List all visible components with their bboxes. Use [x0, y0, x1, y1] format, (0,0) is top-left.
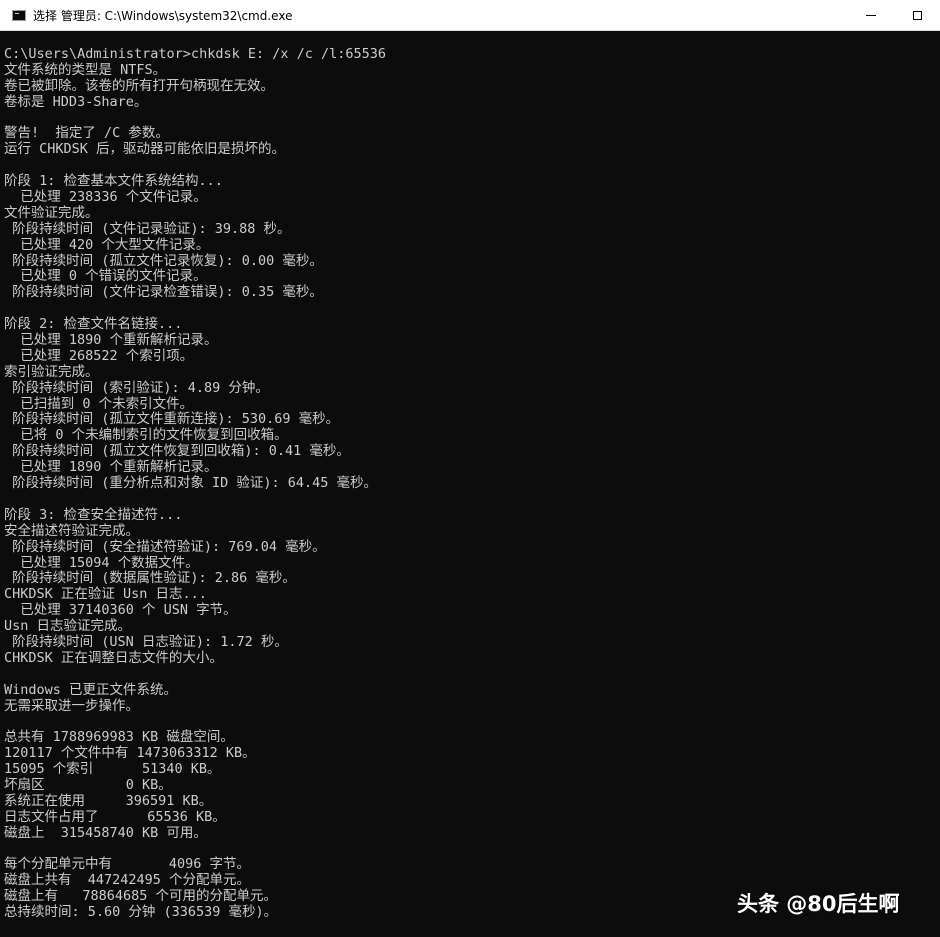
console-line: 卷标是 HDD3-Share。	[4, 93, 148, 110]
console-line: 警告! 指定了 /C 参数。	[4, 125, 169, 142]
console-line: 阶段持续时间 (文件记录检查错误): 0.35 毫秒。	[4, 284, 323, 301]
console-line: CHKDSK 正在调整日志文件的大小。	[4, 649, 223, 666]
console-line: 已处理 420 个大型文件记录。	[4, 236, 210, 253]
console-line: 日志文件占用了 65536 KB。	[4, 808, 226, 825]
console-line: 阶段持续时间 (孤立文件记录恢复): 0.00 毫秒。	[4, 252, 323, 269]
minimize-button[interactable]	[848, 0, 894, 31]
console-line: 索引验证完成。	[4, 363, 99, 380]
cmd-window: 选择 管理员: C:\Windows\system32\cmd.exe C:\U…	[0, 0, 940, 937]
console-line: 磁盘上共有 447242495 个分配单元。	[4, 872, 251, 889]
console-line: Windows 已更正文件系统。	[4, 681, 178, 698]
console-line: C:\Users\Administrator>chkdsk E: /x /c /…	[4, 47, 387, 62]
console-line: 120117 个文件中有 1473063312 KB。	[4, 745, 256, 762]
console-line: 阶段持续时间 (孤立文件恢复到回收箱): 0.41 毫秒。	[4, 443, 350, 460]
console-line: 卷已被卸除。该卷的所有打开句柄现在无效。	[4, 77, 274, 94]
console-line: 已处理 268522 个索引项。	[4, 347, 194, 364]
console-line: 阶段 2: 检查文件名链接...	[4, 316, 183, 333]
console-line: 文件验证完成。	[4, 204, 99, 221]
console-line: 阶段持续时间 (数据属性验证): 2.86 毫秒。	[4, 570, 296, 587]
console-line: 已处理 15094 个数据文件。	[4, 554, 199, 571]
watermark: 头条 @80后生啊	[737, 888, 900, 918]
console-line: 已处理 0 个错误的文件记录。	[4, 268, 207, 285]
console-line: 已将 0 个未编制索引的文件恢复到回收箱。	[4, 427, 288, 444]
console-line: 无需采取进一步操作。	[4, 697, 139, 714]
console-line: 阶段持续时间 (安全描述符验证): 769.04 毫秒。	[4, 538, 326, 555]
console-line: 总共有 1788969983 KB 磁盘空间。	[4, 729, 234, 746]
watermark-text: 头条 @80后生啊	[737, 892, 900, 916]
minimize-icon	[866, 15, 876, 16]
console-line: 已处理 1890 个重新解析记录。	[4, 332, 218, 349]
console-line: 磁盘上 315458740 KB 可用。	[4, 824, 207, 841]
console-line: 阶段持续时间 (文件记录验证): 39.88 秒。	[4, 220, 291, 237]
console-icon	[12, 9, 26, 21]
console-line: 系统正在使用 396591 KB。	[4, 792, 213, 809]
title-bar[interactable]: 选择 管理员: C:\Windows\system32\cmd.exe	[0, 0, 940, 31]
console-output[interactable]: C:\Users\Administrator>chkdsk E: /x /c /…	[4, 47, 924, 933]
console-line: 已处理 1890 个重新解析记录。	[4, 459, 218, 476]
window-title: 选择 管理员: C:\Windows\system32\cmd.exe	[33, 8, 293, 23]
console-line: 每个分配单元中有 4096 字节。	[4, 856, 251, 873]
console-line: 已处理 37140360 个 USN 字节。	[4, 602, 237, 619]
console-line: 运行 CHKDSK 后，驱动器可能依旧是损坏的。	[4, 141, 286, 158]
console-line: 阶段 1: 检查基本文件系统结构...	[4, 173, 223, 190]
console-line: 文件系统的类型是 NTFS。	[4, 61, 167, 78]
console-line: 阶段持续时间 (重分析点和对象 ID 验证): 64.45 毫秒。	[4, 475, 378, 492]
console-line: 阶段 3: 检查安全描述符...	[4, 506, 183, 523]
console-line: 阶段持续时间 (USN 日志验证): 1.72 秒。	[4, 633, 288, 650]
console-line: 安全描述符验证完成。	[4, 522, 139, 539]
maximize-icon	[912, 11, 922, 20]
console-line: 阶段持续时间 (孤立文件重新连接): 530.69 毫秒。	[4, 411, 340, 428]
maximize-button[interactable]	[894, 0, 940, 31]
console-line: Usn 日志验证完成。	[4, 618, 132, 635]
console-line: CHKDSK 正在验证 Usn 日志...	[4, 586, 207, 603]
console-line: 15095 个索引 51340 KB。	[4, 761, 221, 778]
scrollbar[interactable]	[923, 31, 940, 937]
console-line: 坏扇区 0 KB。	[4, 776, 172, 793]
console-line: 已处理 238336 个文件记录。	[4, 189, 207, 206]
console-line: 阶段持续时间 (索引验证): 4.89 分钟。	[4, 379, 269, 396]
